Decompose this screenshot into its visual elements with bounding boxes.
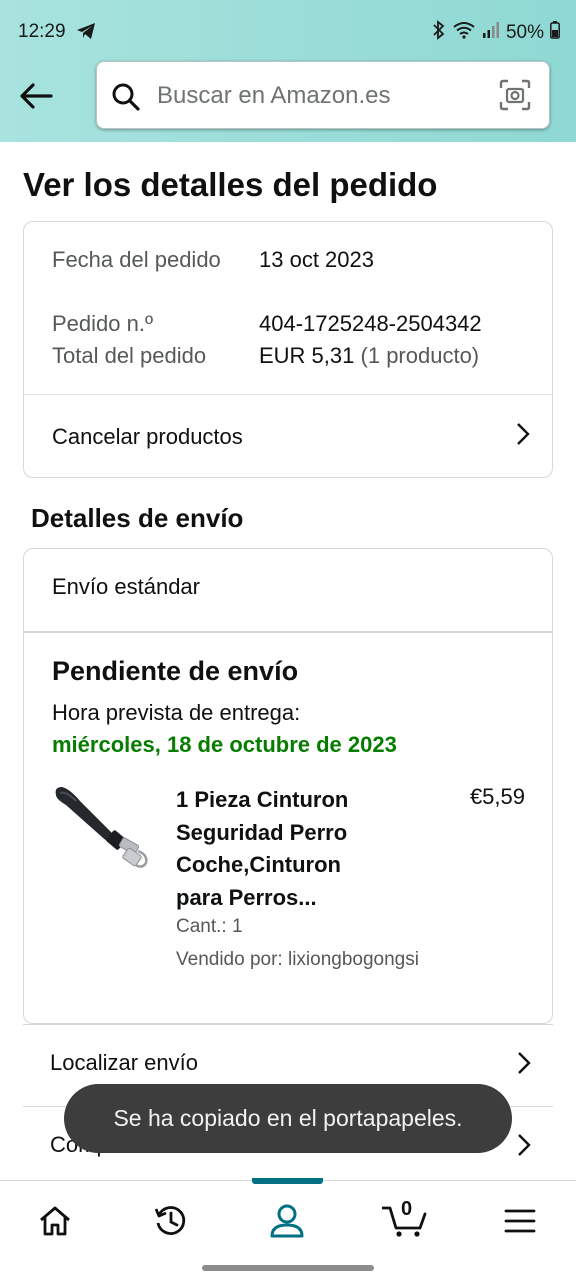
order-date-value: 13 oct 2023 <box>259 247 374 272</box>
cancel-products-label: Cancelar productos <box>52 423 243 449</box>
order-product-count: (1 producto) <box>360 343 480 368</box>
telegram-icon <box>76 22 96 45</box>
nav-menu[interactable] <box>500 1201 540 1241</box>
order-total-label: Total del pedido <box>52 343 207 368</box>
history-icon <box>154 1206 186 1235</box>
search-bar[interactable]: Buscar en Amazon.es <box>96 61 550 129</box>
clipboard-toast: Se ha copiado en el portapapeles. <box>64 1084 512 1153</box>
camera-search-icon[interactable] <box>499 79 531 116</box>
page-title: Ver los detalles del pedido <box>23 166 438 203</box>
menu-icon <box>504 1209 536 1233</box>
search-icon <box>111 82 141 117</box>
chevron-right-icon <box>517 1133 531 1162</box>
order-date-label: Fecha del pedido <box>52 247 221 272</box>
chevron-right-icon <box>517 1051 531 1080</box>
home-icon <box>40 1206 70 1236</box>
order-number-label: Pedido n.º <box>52 311 153 336</box>
nav-recent[interactable] <box>151 1201 191 1241</box>
divider <box>24 631 552 633</box>
product-title[interactable]: 1 Pieza Cinturon Seguridad Perro Coche,C… <box>176 784 386 914</box>
cancel-products-row[interactable]: Cancelar productos <box>24 395 552 478</box>
wifi-icon <box>452 21 476 45</box>
product-price: €5,59 <box>469 784 525 809</box>
product-image[interactable] <box>50 781 154 873</box>
order-number-value[interactable]: 404-1725248-2504342 <box>259 308 482 340</box>
gesture-bar[interactable] <box>202 1265 374 1271</box>
status-time: 12:29 <box>18 21 66 42</box>
shipping-method: Envío estándar <box>52 574 200 599</box>
order-total-value: EUR 5,31 <box>259 343 355 368</box>
nav-account[interactable] <box>267 1201 307 1241</box>
track-package-label: Localizar envío <box>50 1050 198 1075</box>
signal-icon <box>482 21 500 45</box>
status-icons: 50% <box>432 20 560 46</box>
product-seller: Vendido por: lixiongbogongsi <box>176 949 419 970</box>
nav-home[interactable] <box>35 1201 75 1241</box>
shipping-status: Pendiente de envío <box>52 656 299 686</box>
active-tab-indicator <box>252 1178 323 1184</box>
shipment-card: Envío estándar Pendiente de envío Hora p… <box>23 548 553 1024</box>
battery-level: 50% <box>505 22 544 43</box>
toast-message: Se ha copiado en el portapapeles. <box>113 1105 463 1131</box>
delivery-estimate-date: miércoles, 18 de octubre de 2023 <box>52 732 397 757</box>
order-summary-card: Fecha del pedido 13 oct 2023 Pedido n.º … <box>23 221 553 478</box>
shipping-section-title: Detalles de envío <box>31 503 244 533</box>
bluetooth-icon <box>432 20 446 46</box>
app-header: Buscar en Amazon.es <box>0 52 576 142</box>
delivery-estimate-label: Hora prevista de entrega: <box>52 700 301 725</box>
battery-icon <box>550 21 560 45</box>
chevron-right-icon <box>516 422 530 451</box>
bottom-nav <box>0 1178 576 1258</box>
account-icon <box>270 1204 304 1238</box>
search-input[interactable]: Buscar en Amazon.es <box>157 82 390 110</box>
back-button[interactable] <box>16 76 56 116</box>
cart-count-badge: 0 <box>401 1198 413 1220</box>
product-quantity: Cant.: 1 <box>176 916 243 937</box>
order-total: EUR 5,31 (1 producto) <box>259 340 479 372</box>
back-arrow-icon <box>20 83 53 109</box>
